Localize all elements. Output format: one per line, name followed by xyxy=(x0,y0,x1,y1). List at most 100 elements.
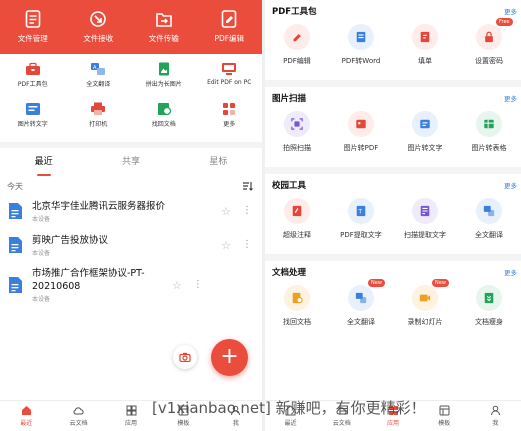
recover-doc-icon xyxy=(292,292,303,304)
tool-image-to-text[interactable]: 图片转文字 xyxy=(0,102,66,140)
profile-icon xyxy=(490,405,500,416)
tool-label: Edit PDF on PC xyxy=(207,79,252,86)
more-grid-icon xyxy=(223,103,236,115)
nav-profile[interactable]: 我 xyxy=(470,401,521,431)
tool-translate[interactable]: A 全文翻译 xyxy=(66,62,132,100)
nav-cloud[interactable]: 云文档 xyxy=(52,401,104,431)
star-icon[interactable]: ☆ xyxy=(221,240,231,251)
tool-label: PDF转Word xyxy=(341,57,381,65)
tool-label: 更多 xyxy=(223,121,236,128)
top-action-bar: 文件管理 文件接收 文件传输 PDF编辑 xyxy=(0,0,262,54)
tool-slim-doc[interactable]: 文档瘦身 xyxy=(457,283,521,341)
nav-label: 我 xyxy=(492,420,499,427)
more-vertical-icon[interactable]: ⋮ xyxy=(242,206,252,216)
tool-printer[interactable]: 打印机 xyxy=(66,102,132,140)
tool-lock[interactable]: Free 设置密码 xyxy=(457,18,521,80)
section-header: 文档处理 更多 xyxy=(265,261,521,283)
tool-annotate[interactable]: 超级注释 xyxy=(265,196,329,254)
tool-icon-circle xyxy=(348,111,374,137)
tool-image-to-text[interactable]: 图片转文字 xyxy=(393,109,457,167)
nav-label: 我 xyxy=(232,420,239,427)
nav-apps[interactable]: 应用 xyxy=(105,401,157,431)
today-label: 今天 xyxy=(7,181,23,191)
pc-edit-icon xyxy=(222,63,237,75)
fill-form-icon xyxy=(420,31,430,43)
tool-label: 扫描提取文字 xyxy=(404,231,446,239)
file-row[interactable]: 剪映广告投放协议 本设备 ☆ ⋮ xyxy=(0,228,262,262)
nav-label: 模板 xyxy=(438,420,451,427)
tool-icon-circle xyxy=(284,285,310,311)
tool-icon-circle xyxy=(476,111,502,137)
file-info: 北京华宇佳业腾讯云服务器报价 本设备 xyxy=(32,200,221,223)
tool-label: PDF提取文字 xyxy=(340,231,382,239)
file-manage-button[interactable]: 文件管理 xyxy=(0,0,66,54)
tool-recover-doc[interactable]: 找回文档 xyxy=(265,283,329,341)
section-more-link[interactable]: 更多 xyxy=(504,6,517,16)
tool-icon-circle xyxy=(284,198,310,224)
new-document-button[interactable]: + xyxy=(211,339,248,376)
file-receive-button[interactable]: 文件接收 xyxy=(66,0,132,54)
today-header: 今天 xyxy=(0,178,262,194)
tool-icon-circle xyxy=(476,285,502,311)
file-receive-icon xyxy=(90,11,107,27)
section-more-link[interactable]: 更多 xyxy=(504,267,517,277)
tool-long-image[interactable]: 拼出为长图片 xyxy=(131,62,197,100)
file-manage-icon xyxy=(25,10,41,28)
camera-button[interactable] xyxy=(173,345,197,369)
tool-translate[interactable]: New 全文翻译 xyxy=(329,279,393,341)
tool-edit-pdf-pc[interactable]: Edit PDF on PC xyxy=(197,62,263,100)
tool-record-slides[interactable]: New 录制幻灯片 xyxy=(393,279,457,341)
tool-pdf-to-word[interactable]: PDF转Word xyxy=(329,22,393,80)
tool-more[interactable]: 更多 xyxy=(197,102,263,140)
section-tools: 拍照扫描 图片转PDF 图片转文字 图片转表格 xyxy=(265,109,521,167)
star-icon[interactable]: ☆ xyxy=(172,280,182,291)
apps-icon xyxy=(126,405,137,416)
tool-pdf-toolbox[interactable]: PDF工具包 xyxy=(0,62,66,100)
more-vertical-icon[interactable]: ⋮ xyxy=(193,280,203,290)
tool-image-to-pdf[interactable]: 图片转PDF xyxy=(329,109,393,167)
tool-scan[interactable]: 拍照扫描 xyxy=(265,109,329,167)
tool-label: PDF工具包 xyxy=(17,81,48,88)
nav-template[interactable]: 模板 xyxy=(419,401,470,431)
pdf-edit-icon xyxy=(221,10,237,28)
section-title: PDF工具包 xyxy=(272,7,317,17)
tool-icon-circle xyxy=(412,24,438,50)
section-tools: 超级注释 T PDF提取文字 扫描提取文字 全文翻译 xyxy=(265,196,521,254)
star-icon[interactable]: ☆ xyxy=(221,206,231,217)
recover-doc-icon xyxy=(157,103,171,116)
cloud-icon xyxy=(73,407,84,415)
tab-shared[interactable]: 共享 xyxy=(87,148,174,178)
more-vertical-icon[interactable]: ⋮ xyxy=(242,240,252,250)
scan-icon xyxy=(291,118,303,130)
tool-icon-circle xyxy=(284,111,310,137)
file-title: 剪映广告投放协议 xyxy=(32,234,109,246)
camera-icon xyxy=(179,352,191,362)
nav-recent[interactable]: 最近 xyxy=(0,401,52,431)
tool-pdf-edit[interactable]: PDF编辑 xyxy=(265,22,329,80)
tool-pdf-extract[interactable]: T PDF提取文字 xyxy=(329,196,393,254)
pdf-edit-button[interactable]: PDF编辑 xyxy=(197,0,263,54)
section-more-link[interactable]: 更多 xyxy=(504,93,517,103)
tool-icon-circle: T xyxy=(348,198,374,224)
tool-fill-form[interactable]: 填单 xyxy=(393,22,457,80)
tool-translate[interactable]: 全文翻译 xyxy=(457,196,521,254)
file-row[interactable]: 北京华宇佳业腾讯云服务器报价 本设备 ☆ ⋮ xyxy=(0,194,262,228)
section-more-link[interactable]: 更多 xyxy=(504,180,517,190)
tool-scan-extract[interactable]: 扫描提取文字 xyxy=(393,196,457,254)
file-row[interactable]: 市场推广合作框架协议-PT-20210608 本设备 ☆ ⋮ xyxy=(0,262,262,308)
lock-icon xyxy=(485,31,493,43)
tool-label: 图片转表格 xyxy=(471,144,507,152)
tool-label: 全文翻译 xyxy=(475,231,503,239)
tool-recover-doc[interactable]: 找回文档 xyxy=(131,102,197,140)
section-divider xyxy=(265,254,521,261)
section-0: PDF工具包 更多 PDF编辑 PDF转Word 填单 Free 设置密码 xyxy=(265,0,521,80)
file-location: 本设备 xyxy=(32,296,51,303)
slim-doc-icon xyxy=(484,292,494,304)
sort-filter-icon[interactable] xyxy=(242,181,253,191)
tab-starred[interactable]: 星标 xyxy=(175,148,262,178)
file-transfer-button[interactable]: 文件传输 xyxy=(131,0,197,54)
row-actions: ☆ ⋮ xyxy=(221,206,252,217)
tab-recent[interactable]: 最近 xyxy=(0,148,87,178)
document-icon xyxy=(9,203,22,219)
tool-image-to-table[interactable]: 图片转表格 xyxy=(457,109,521,167)
